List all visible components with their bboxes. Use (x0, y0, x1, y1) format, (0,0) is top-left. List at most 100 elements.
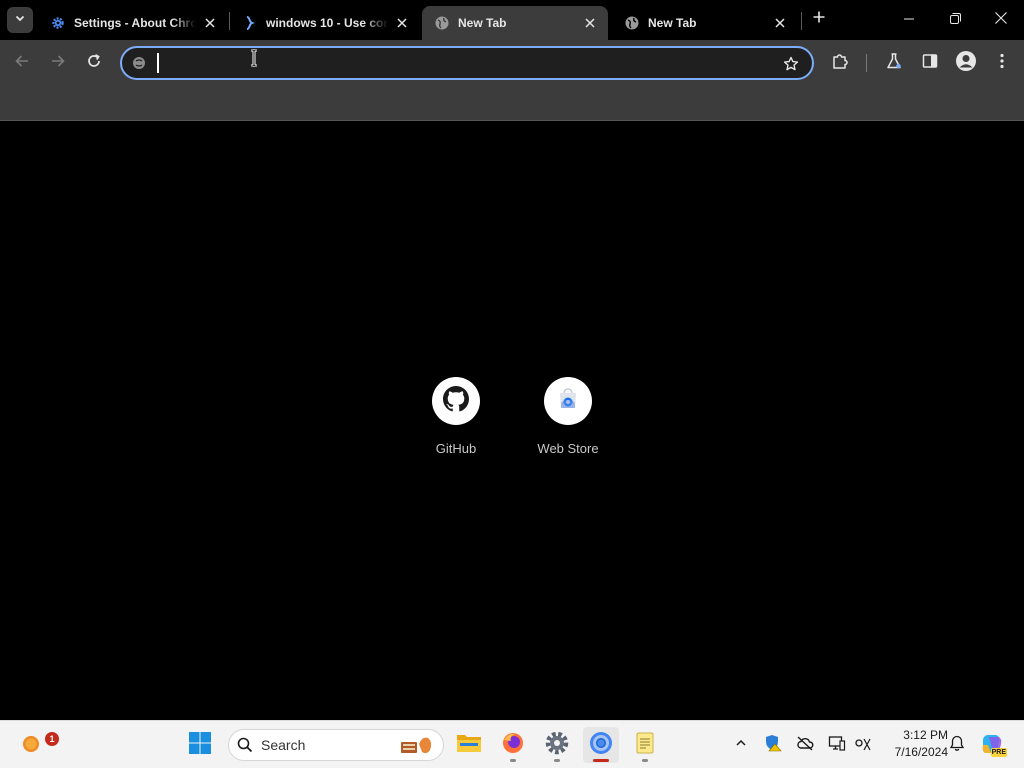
tab-search-button[interactable] (7, 7, 33, 33)
show-hidden-icons-button[interactable] (729, 733, 753, 757)
copilot-badge: PRE (990, 748, 1007, 757)
running-indicator (554, 759, 560, 762)
taskbar: 1 Search 3:12 PM 7/16/2024 PRE (0, 720, 1024, 768)
search-highlight-icon (397, 734, 435, 756)
search-engine-icon (131, 55, 147, 71)
github-icon (443, 385, 470, 417)
cloud-off-icon (796, 734, 814, 757)
tab-windows-10[interactable]: windows 10 - Use command (230, 6, 420, 40)
globe-icon (434, 15, 450, 31)
tab-new-tab-active[interactable]: New Tab (422, 6, 608, 40)
notifications-button[interactable] (945, 733, 969, 757)
bell-icon (949, 735, 965, 756)
restore-icon (949, 11, 961, 29)
search-icon (237, 737, 253, 753)
tab-new-tab[interactable]: New Tab (612, 6, 798, 40)
network-icon (854, 734, 872, 757)
minimize-icon (904, 11, 914, 29)
tab-separator (801, 12, 802, 30)
display-icon (828, 734, 846, 757)
minimize-button[interactable] (886, 0, 932, 40)
shortcut-web-store[interactable]: Web Store (512, 377, 624, 467)
shortcut-label: GitHub (435, 441, 477, 456)
tray-display[interactable] (825, 733, 849, 757)
running-indicator (642, 759, 648, 762)
tray-network[interactable] (851, 733, 875, 757)
windows-logo-icon (188, 731, 212, 760)
close-icon[interactable] (202, 15, 218, 31)
arrow-right-icon (50, 53, 66, 74)
tab-title: windows 10 - Use command (266, 16, 388, 30)
taskbar-search[interactable]: Search (228, 729, 444, 761)
puzzle-icon (831, 52, 849, 75)
gear-icon (50, 15, 66, 31)
forward-button[interactable] (44, 49, 72, 77)
kebab-menu-icon (1000, 53, 1004, 74)
reload-button[interactable] (80, 49, 108, 77)
reload-icon (86, 53, 102, 74)
new-tab-button[interactable] (808, 8, 830, 30)
labs-button[interactable] (880, 49, 908, 77)
flask-icon (885, 52, 903, 75)
text-caret (157, 53, 159, 73)
tab-strip: Settings - About Chrome windows 10 - Use… (0, 0, 1024, 40)
shortcut-tile (544, 377, 592, 425)
chrome-icon (588, 730, 614, 761)
close-icon[interactable] (772, 15, 788, 31)
toolbar-divider (866, 54, 867, 72)
toolbar (0, 40, 1024, 86)
back-button[interactable] (8, 49, 36, 77)
taskbar-settings[interactable] (539, 727, 575, 763)
close-window-button[interactable] (978, 0, 1024, 40)
running-indicator (593, 759, 609, 762)
menu-button[interactable] (988, 49, 1016, 77)
side-panel-icon (922, 53, 938, 74)
text-cursor-icon (248, 48, 260, 68)
taskbar-chrome[interactable] (583, 727, 619, 763)
shortcut-tile (432, 377, 480, 425)
running-indicator (510, 759, 516, 762)
copilot-button[interactable]: PRE (978, 730, 1007, 758)
tab-title: Settings - About Chrome (74, 16, 196, 30)
gear-icon (544, 730, 570, 761)
taskbar-file-explorer[interactable] (451, 727, 487, 763)
clock-time: 3:12 PM (903, 728, 948, 742)
shield-warning-icon (764, 734, 782, 757)
tray-cloud[interactable] (793, 733, 817, 757)
plus-icon (813, 10, 825, 28)
search-label: Search (261, 737, 306, 753)
system-clock[interactable]: 3:12 PM 7/16/2024 (876, 727, 948, 761)
side-panel-button[interactable] (916, 49, 944, 77)
weather-widget[interactable]: 1 (14, 727, 59, 763)
globe-icon (624, 15, 640, 31)
tab-title: New Tab (648, 16, 697, 30)
web-store-icon (556, 387, 580, 416)
folder-icon (456, 732, 482, 759)
clock-date: 7/16/2024 (894, 745, 948, 759)
chevron-down-icon (14, 11, 26, 29)
address-bar[interactable] (120, 46, 814, 80)
bookmarks-bar (0, 86, 1024, 121)
chevron-up-icon (735, 736, 747, 754)
new-tab-page: GitHub Web Store (0, 121, 1024, 720)
copilot-icon: PRE (979, 731, 1007, 757)
taskbar-firefox[interactable] (495, 727, 531, 763)
weather-sun-icon (20, 731, 44, 760)
shortcut-label: Web Store (537, 441, 599, 456)
restore-button[interactable] (932, 0, 978, 40)
tab-title: New Tab (458, 16, 507, 30)
close-icon[interactable] (582, 15, 598, 31)
extensions-button[interactable] (826, 49, 854, 77)
close-icon[interactable] (394, 15, 410, 31)
code-bracket-icon (242, 15, 258, 31)
bookmark-star-icon[interactable] (780, 53, 802, 75)
tray-security[interactable] (761, 733, 785, 757)
profile-button[interactable] (952, 49, 980, 77)
taskbar-notepad[interactable] (627, 727, 663, 763)
close-icon (995, 11, 1007, 29)
shortcut-github[interactable]: GitHub (400, 377, 512, 467)
tab-settings-about[interactable]: Settings - About Chrome (38, 6, 228, 40)
notepad-icon (634, 731, 656, 760)
arrow-left-icon (14, 53, 30, 74)
start-button[interactable] (182, 727, 218, 763)
